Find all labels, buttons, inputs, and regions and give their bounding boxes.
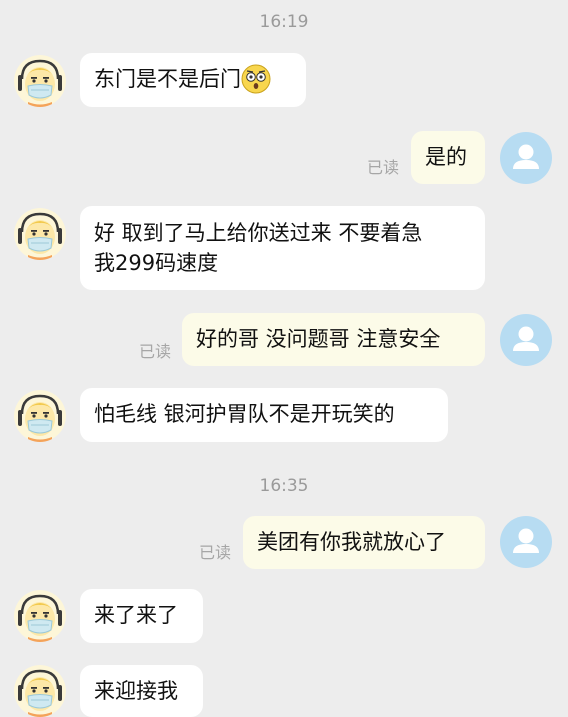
message-text: 东门是不是后门	[94, 67, 241, 91]
message-bubble-outgoing[interactable]: 是的	[411, 131, 485, 184]
message-text: 怕毛线 银河护胃队不是开玩笑的	[94, 402, 395, 426]
message-bubble-incoming[interactable]: 来了来了	[80, 589, 203, 643]
message-text: 美团有你我就放心了	[257, 530, 446, 554]
courier-avatar-icon[interactable]	[14, 55, 66, 107]
message-text: 来了来了	[94, 603, 178, 627]
message-bubble-outgoing[interactable]: 美团有你我就放心了	[243, 516, 485, 569]
courier-avatar-icon[interactable]	[14, 590, 66, 642]
message-bubble-incoming[interactable]: 来迎接我	[80, 665, 203, 717]
astonished-face-emoji-icon	[241, 64, 271, 94]
read-receipt: 已读	[367, 158, 400, 177]
my-avatar-icon[interactable]	[500, 516, 552, 568]
message-bubble-incoming[interactable]: 怕毛线 银河护胃队不是开玩笑的	[80, 388, 448, 442]
message-bubble-incoming[interactable]: 东门是不是后门	[80, 53, 306, 107]
my-avatar-icon[interactable]	[500, 314, 552, 366]
message-text: 好的哥 没问题哥 注意安全	[196, 327, 441, 351]
courier-avatar-icon[interactable]	[14, 665, 66, 717]
message-bubble-outgoing[interactable]: 好的哥 没问题哥 注意安全	[182, 313, 485, 366]
read-receipt: 已读	[139, 342, 172, 361]
read-receipt: 已读	[199, 543, 232, 562]
message-bubble-incoming[interactable]: 好 取到了马上给你送过来 不要着急 我299码速度	[80, 206, 485, 290]
message-text: 是的	[425, 145, 467, 169]
chat-window[interactable]: 16:19 东门是不是后门 已读 是的 好 取到了马上给你送过来 不要着急 我2…	[0, 0, 568, 717]
message-text: 来迎接我	[94, 679, 178, 703]
courier-avatar-icon[interactable]	[14, 208, 66, 260]
courier-avatar-icon[interactable]	[14, 390, 66, 442]
my-avatar-icon[interactable]	[500, 132, 552, 184]
timestamp: 16:35	[259, 476, 309, 496]
timestamp: 16:19	[259, 12, 309, 32]
message-text: 好 取到了马上给你送过来 不要着急 我299码速度	[94, 221, 423, 275]
